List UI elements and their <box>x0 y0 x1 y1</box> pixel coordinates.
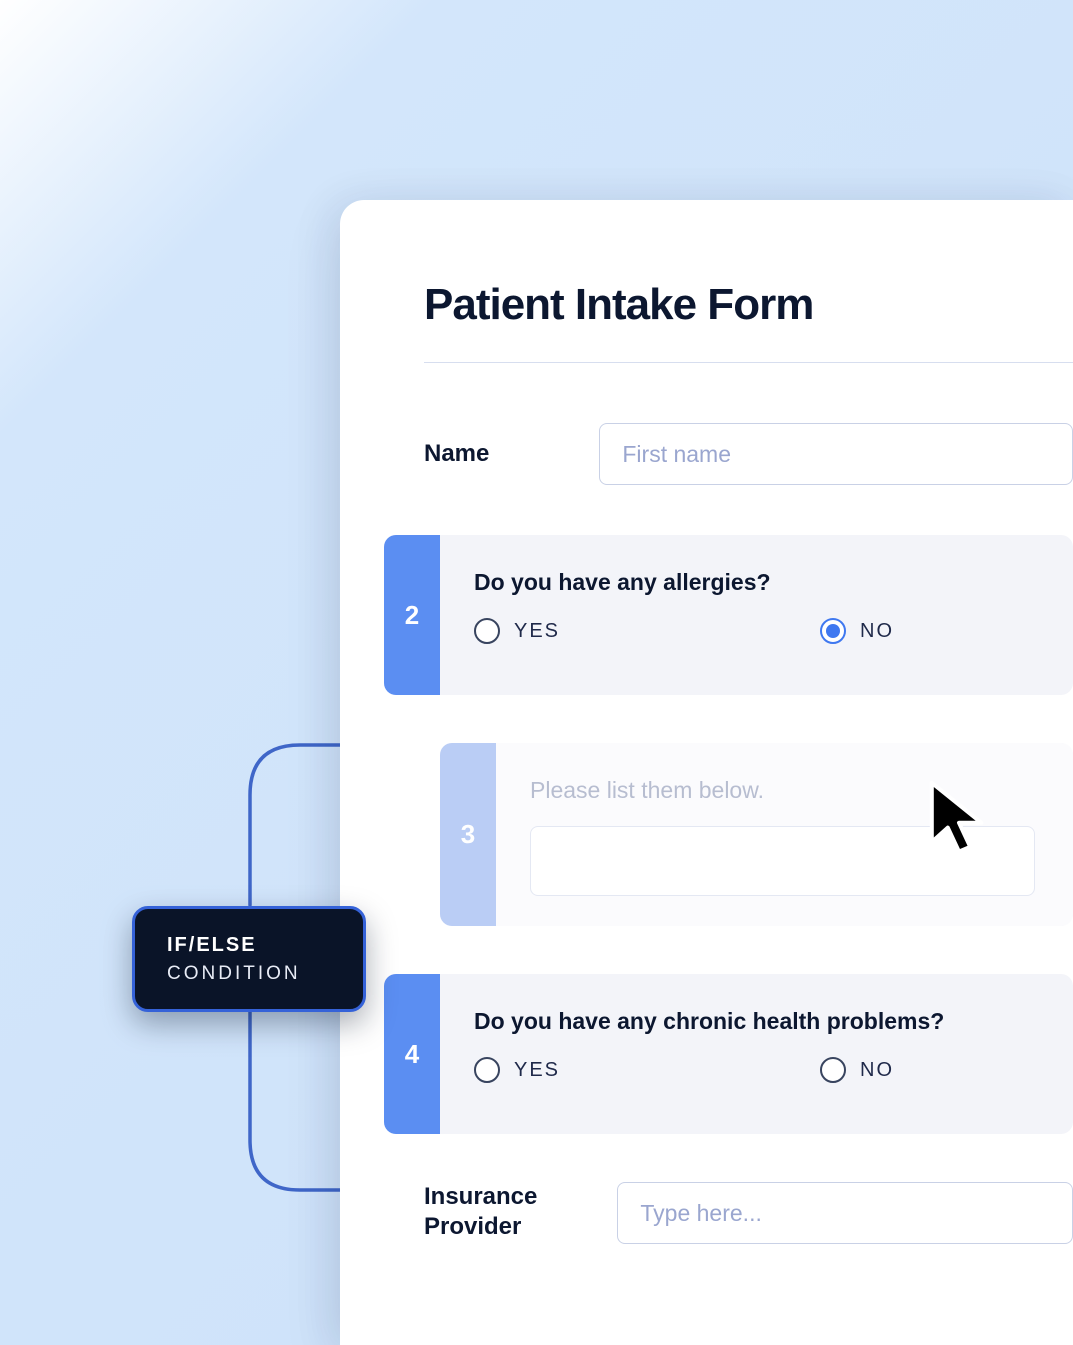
question-block-3: 3 Please list them below. <box>440 743 1073 926</box>
question-body-4: Do you have any chronic health problems?… <box>440 974 1073 1134</box>
question-body-2: Do you have any allergies? YES NO <box>440 535 1073 695</box>
question-body-3: Please list them below. <box>496 743 1073 926</box>
radio-circle-selected-icon <box>820 618 846 644</box>
radio-yes-label-4: YES <box>514 1059 560 1082</box>
radio-yes-4[interactable]: YES <box>474 1057 560 1083</box>
radio-no-4[interactable]: NO <box>820 1057 894 1083</box>
radio-no-label-4: NO <box>860 1059 894 1082</box>
allergies-textarea[interactable] <box>530 826 1035 896</box>
radio-no-2[interactable]: NO <box>820 618 894 644</box>
radio-circle-icon <box>820 1057 846 1083</box>
question-text-3: Please list them below. <box>530 777 1035 804</box>
form-card: Patient Intake Form Name First name 2 Do… <box>340 200 1073 1345</box>
question-block-2: 2 Do you have any allergies? YES NO <box>384 535 1073 695</box>
question-text-4: Do you have any chronic health problems? <box>474 1008 1035 1035</box>
radio-circle-icon <box>474 618 500 644</box>
name-label: Name <box>424 440 489 468</box>
question-number-2: 2 <box>384 535 440 695</box>
condition-badge: IF/ELSE CONDITION <box>132 906 366 1012</box>
question-text-2: Do you have any allergies? <box>474 569 1035 596</box>
insurance-label: Insurance Provider <box>424 1182 537 1242</box>
question-number-4: 4 <box>384 974 440 1134</box>
insurance-input[interactable]: Type here... <box>617 1182 1073 1244</box>
name-row: Name First name <box>424 423 1073 485</box>
form-title: Patient Intake Form <box>424 280 1073 330</box>
condition-line2: CONDITION <box>167 963 363 985</box>
radio-no-label-2: NO <box>860 620 894 643</box>
insurance-placeholder: Type here... <box>640 1200 761 1227</box>
first-name-placeholder: First name <box>622 441 731 468</box>
radio-row-4: YES NO <box>474 1057 1035 1083</box>
condition-line1: IF/ELSE <box>167 934 363 957</box>
radio-yes-2[interactable]: YES <box>474 618 560 644</box>
radio-yes-label-2: YES <box>514 620 560 643</box>
radio-row-2: YES NO <box>474 618 1035 644</box>
question-block-4: 4 Do you have any chronic health problem… <box>384 974 1073 1134</box>
first-name-input[interactable]: First name <box>599 423 1073 485</box>
insurance-label-line2: Provider <box>424 1213 521 1240</box>
title-divider <box>424 362 1073 363</box>
insurance-row: Insurance Provider Type here... <box>424 1182 1073 1244</box>
question-number-3: 3 <box>440 743 496 926</box>
radio-circle-icon <box>474 1057 500 1083</box>
insurance-label-line1: Insurance <box>424 1183 537 1210</box>
